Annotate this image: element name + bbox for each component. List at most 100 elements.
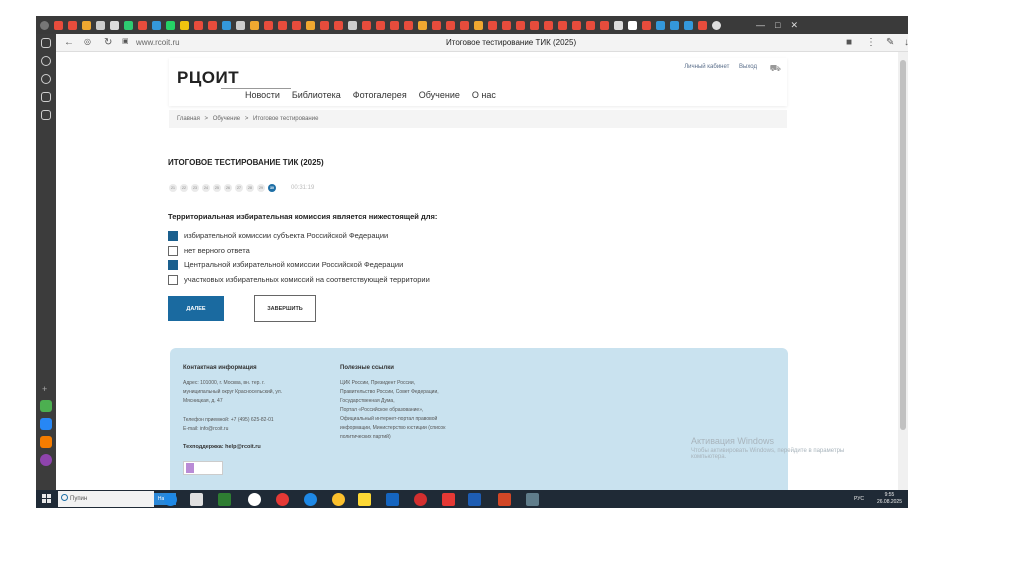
useful-link[interactable]: Государственная Дума, xyxy=(340,397,445,406)
tab-favicon[interactable] xyxy=(558,20,567,30)
more-icon[interactable]: ⋮ xyxy=(866,37,876,48)
tab-favicon[interactable] xyxy=(320,20,329,30)
tab-favicon[interactable] xyxy=(488,20,497,30)
tab-favicon[interactable] xyxy=(474,20,483,30)
nav-news[interactable]: Новости xyxy=(245,90,280,100)
tab-favicon[interactable] xyxy=(68,20,77,30)
tab-favicon[interactable] xyxy=(236,20,245,30)
maximize-icon[interactable]: □ xyxy=(775,20,780,30)
tab-favicon[interactable] xyxy=(460,20,469,30)
tab-favicon[interactable] xyxy=(530,20,539,30)
calculator-icon[interactable] xyxy=(218,493,231,506)
question-number[interactable]: 28 xyxy=(246,184,254,192)
tab-favicon[interactable] xyxy=(306,20,315,30)
question-number[interactable]: 29 xyxy=(257,184,265,192)
nav-gallery[interactable]: Фотогалерея xyxy=(353,90,407,100)
useful-link[interactable]: Портал «Российское образование», xyxy=(340,406,445,415)
tab-favicon[interactable] xyxy=(180,20,189,30)
useful-link[interactable]: политических партий) xyxy=(340,433,445,442)
question-number[interactable]: 27 xyxy=(235,184,243,192)
answer-checkbox[interactable] xyxy=(168,230,178,241)
tab-favicon[interactable] xyxy=(404,20,413,30)
edge-icon[interactable] xyxy=(304,493,317,506)
footer-logo[interactable] xyxy=(183,461,223,475)
tab-favicon[interactable] xyxy=(264,20,273,30)
question-number[interactable]: 22 xyxy=(180,184,188,192)
answer-checkbox[interactable] xyxy=(168,245,178,256)
tab-favicon[interactable] xyxy=(432,20,441,30)
vk-app-icon[interactable] xyxy=(40,418,52,430)
question-number[interactable]: 25 xyxy=(213,184,221,192)
tab-favicon[interactable] xyxy=(376,20,385,30)
tab-favicon[interactable] xyxy=(516,20,525,30)
answer-option[interactable]: избирательной комиссии субъекта Российск… xyxy=(168,230,388,241)
answer-label[interactable]: участковых избирательных комиссий на соо… xyxy=(184,275,430,284)
sitemap-icon[interactable]: ⛟ xyxy=(770,63,781,75)
browser-menu-icon[interactable] xyxy=(40,20,49,30)
taskbar-search-text[interactable]: Пупин xyxy=(70,496,87,502)
tab-favicon[interactable] xyxy=(194,20,203,30)
useful-link[interactable]: информации, Министерство юстиции (список xyxy=(340,424,445,433)
play-icon[interactable] xyxy=(41,74,51,84)
page-scrollbar[interactable] xyxy=(898,52,908,490)
useful-link[interactable]: Правительство России, Совет Федерации, xyxy=(340,388,445,397)
tab-favicon[interactable] xyxy=(698,20,707,30)
word-icon[interactable] xyxy=(468,493,481,506)
tab-favicon[interactable] xyxy=(138,20,147,30)
url-field[interactable]: www.rcoit.ru xyxy=(136,38,180,47)
bookmarks-icon[interactable] xyxy=(41,38,51,48)
question-number-current[interactable]: 30 xyxy=(268,184,276,192)
question-number[interactable]: 24 xyxy=(202,184,210,192)
answer-option[interactable]: нет верного ответа xyxy=(168,245,250,256)
tab-favicon[interactable] xyxy=(446,20,455,30)
tab-favicon[interactable] xyxy=(208,20,217,30)
add-panel-icon[interactable]: + xyxy=(42,384,47,394)
tab-favicon[interactable] xyxy=(418,20,427,30)
close-icon[interactable]: ✕ xyxy=(790,20,798,31)
history-icon[interactable] xyxy=(41,56,51,66)
app-icon[interactable] xyxy=(526,493,539,506)
support-link[interactable]: Техподдержка: help@rcoit.ru xyxy=(183,444,261,450)
notes-icon[interactable] xyxy=(41,110,51,120)
breadcrumb-education[interactable]: Обучение xyxy=(213,116,240,122)
tab-favicon[interactable] xyxy=(54,20,63,30)
tab-favicon[interactable] xyxy=(348,20,357,30)
opera-icon[interactable] xyxy=(414,493,427,506)
finish-button[interactable]: ЗАВЕРШИТЬ xyxy=(254,295,316,322)
tab-favicon[interactable] xyxy=(278,20,287,30)
question-number[interactable]: 23 xyxy=(191,184,199,192)
tab-favicon[interactable] xyxy=(292,20,301,30)
tab-favicon[interactable] xyxy=(600,20,609,30)
tab-favicon[interactable] xyxy=(502,20,511,30)
tab-favicon[interactable] xyxy=(222,20,231,30)
useful-link[interactable]: ЦИК России, Президент России, xyxy=(340,379,445,388)
answer-label[interactable]: избирательной комиссии субъекта Российск… xyxy=(184,231,388,240)
back-icon[interactable]: ← xyxy=(64,37,74,48)
file-explorer-icon[interactable] xyxy=(358,493,371,506)
answer-checkbox[interactable] xyxy=(168,259,178,270)
useful-link[interactable]: Официальный интернет-портал правовой xyxy=(340,415,445,424)
answer-option[interactable]: Центральной избирательной комиссии Росси… xyxy=(168,259,403,270)
tab-favicon[interactable] xyxy=(390,20,399,30)
tab-favicon[interactable] xyxy=(684,20,693,30)
answer-checkbox[interactable] xyxy=(168,274,178,285)
tab-favicon-active[interactable] xyxy=(628,20,637,30)
tab-favicon[interactable] xyxy=(124,20,133,30)
breadcrumb-home[interactable]: Главная xyxy=(177,116,200,122)
site-logo[interactable]: РЦОИТ xyxy=(177,68,239,88)
answer-option[interactable]: участковых избирательных комиссий на соо… xyxy=(168,274,430,285)
tab-favicon[interactable] xyxy=(166,20,175,30)
nav-about[interactable]: О нас xyxy=(472,90,496,100)
taskbar-clock[interactable]: 9:55 26.08.2025 xyxy=(877,492,902,506)
windows-start-icon[interactable] xyxy=(42,494,52,504)
explorer-window-icon[interactable] xyxy=(190,493,203,506)
reader-icon[interactable]: ✎ xyxy=(886,37,894,48)
tab-favicon[interactable] xyxy=(96,20,105,30)
language-indicator[interactable]: РУС xyxy=(854,496,864,502)
tab-favicon[interactable] xyxy=(334,20,343,30)
tab-favicon[interactable] xyxy=(642,20,651,30)
tab-favicon[interactable] xyxy=(670,20,679,30)
tab-favicon[interactable] xyxy=(614,20,623,30)
tab-favicon[interactable] xyxy=(572,20,581,30)
personal-account-link[interactable]: Личный кабинет xyxy=(684,64,729,70)
